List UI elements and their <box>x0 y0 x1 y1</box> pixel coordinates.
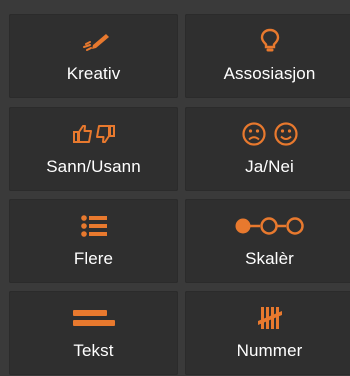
tekst-button[interactable]: Tekst <box>9 291 178 375</box>
pencil-icon <box>9 28 178 54</box>
flere-button[interactable]: Flere <box>9 199 178 283</box>
assosiasjon-button[interactable]: Assosiasjon <box>185 14 350 98</box>
tile-label: Kreativ <box>66 64 121 83</box>
nummer-button[interactable]: Nummer <box>185 291 350 375</box>
list-icon <box>9 213 178 239</box>
thumbs-up-down-icon <box>9 121 178 147</box>
tile-label: Ja/Nei <box>245 157 294 176</box>
tally-marks-icon <box>185 305 350 331</box>
tile-label: Assosiasjon <box>223 64 316 83</box>
tile-label: Tekst <box>73 341 114 360</box>
lightbulb-icon <box>185 28 350 54</box>
tile-label: Flere <box>73 249 114 268</box>
ja-nei-button[interactable]: Ja/Nei <box>185 107 350 191</box>
question-type-grid: Kreativ Assosiasjon Sann/Usann Ja/Nei Fl… <box>0 0 350 376</box>
tile-label: Nummer <box>236 341 303 360</box>
text-lines-icon <box>9 305 178 331</box>
kreativ-button[interactable]: Kreativ <box>9 14 178 98</box>
tile-label: Sann/Usann <box>46 157 141 176</box>
sad-happy-face-icon <box>185 121 350 147</box>
skaler-button[interactable]: Skalèr <box>185 199 350 283</box>
tile-label: Skalèr <box>245 249 294 268</box>
scale-slider-icon <box>185 213 350 239</box>
sann-usann-button[interactable]: Sann/Usann <box>9 107 178 191</box>
